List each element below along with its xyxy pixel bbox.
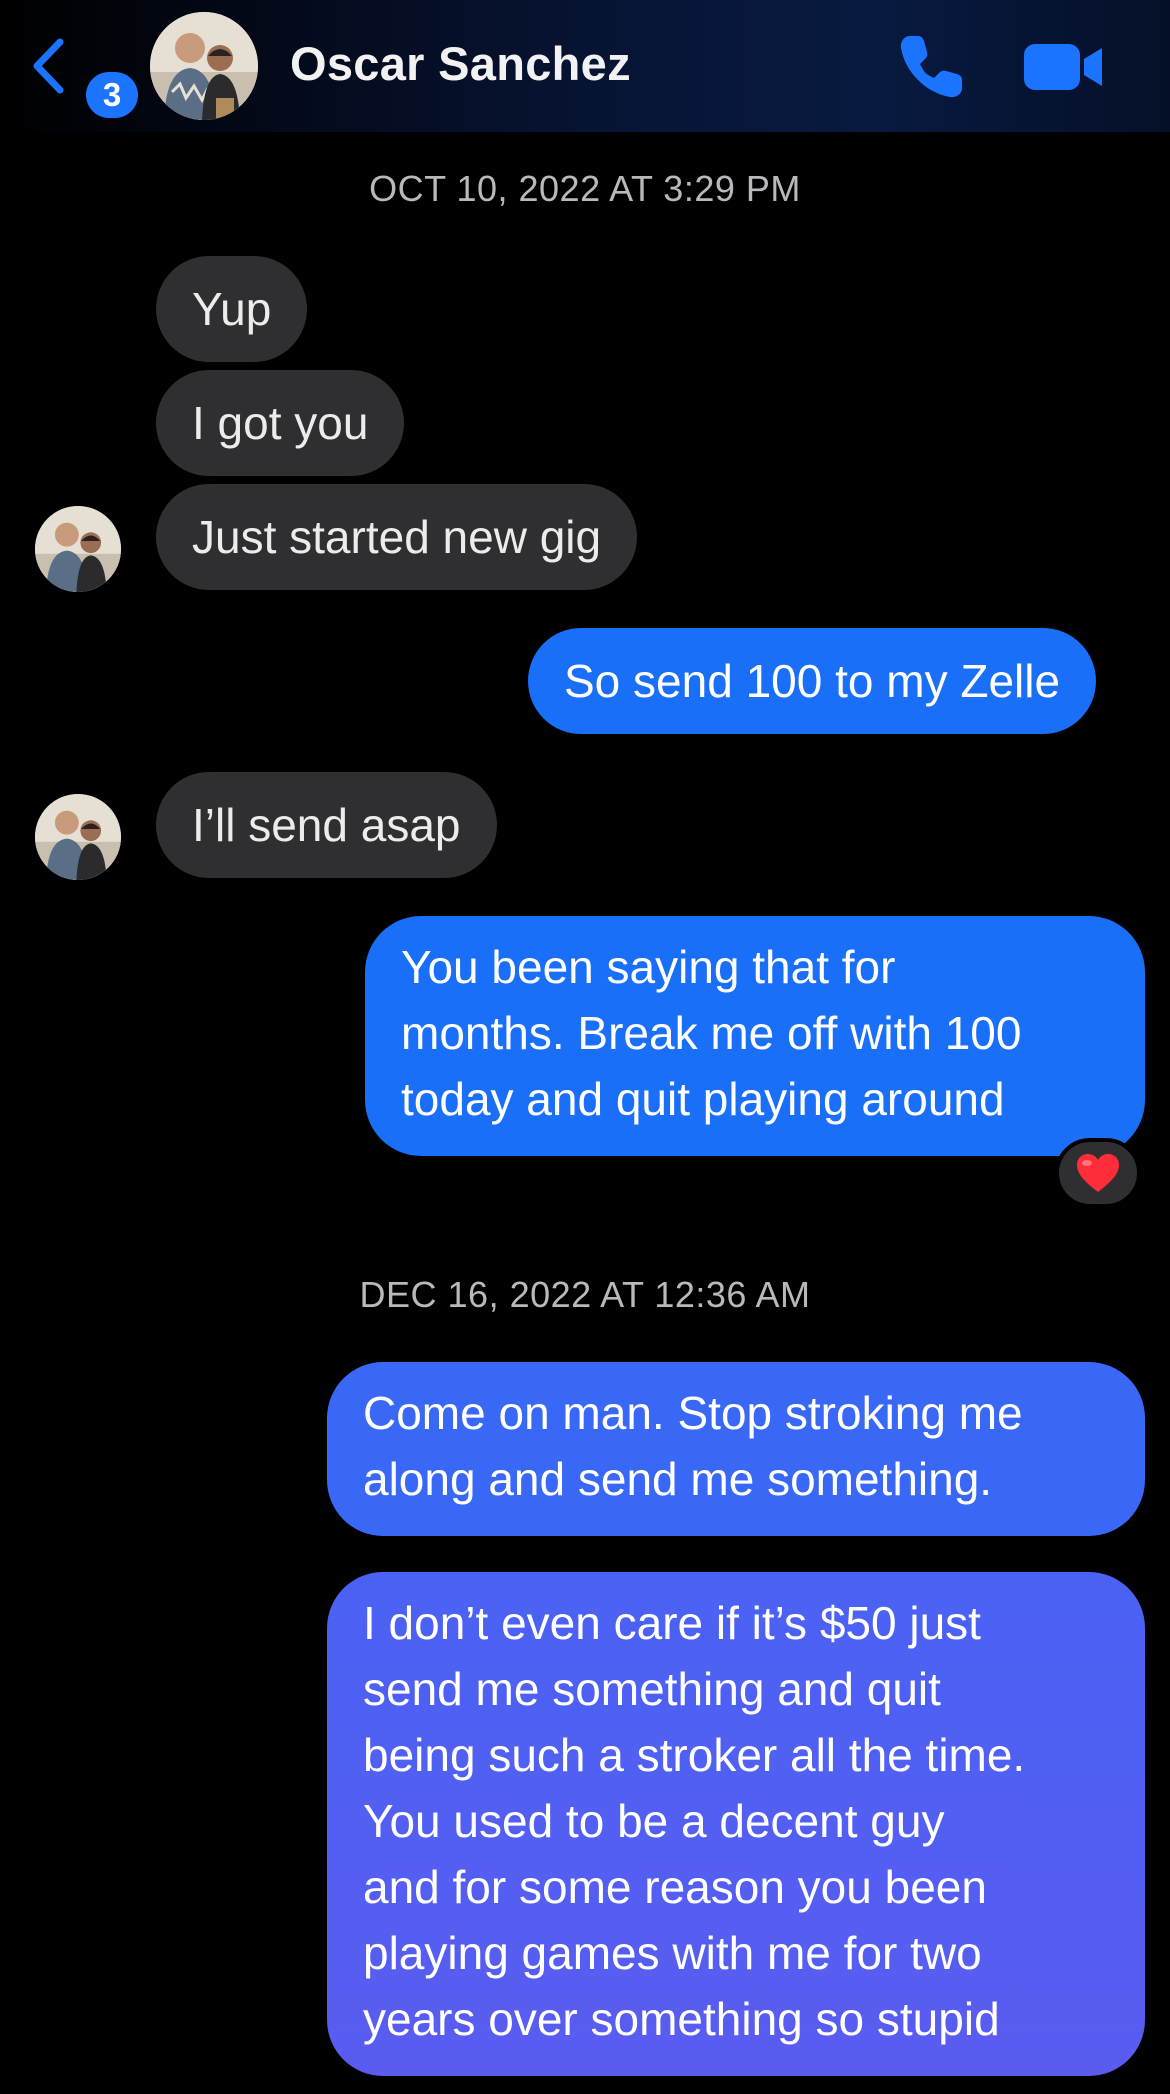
phone-icon[interactable] bbox=[896, 32, 968, 102]
message-line: You been saying that for bbox=[401, 941, 896, 993]
message-line: being such a stroker all the time. bbox=[363, 1729, 1026, 1781]
sender-avatar[interactable] bbox=[35, 794, 121, 880]
message-line: months. Break me off with 100 bbox=[401, 1007, 1022, 1059]
heart-icon bbox=[1077, 1154, 1119, 1192]
message-line: send me something and quit bbox=[363, 1663, 941, 1715]
incoming-message-bubble[interactable]: I’ll send asap bbox=[156, 772, 497, 878]
outgoing-message-bubble[interactable]: I don’t even care if it’s $50 just send … bbox=[327, 1572, 1145, 2076]
chat-header: 3 Oscar Sanchez bbox=[0, 0, 1170, 132]
contact-avatar[interactable] bbox=[150, 12, 258, 120]
heart-reaction[interactable] bbox=[1055, 1138, 1141, 1208]
message-line: You used to be a decent guy bbox=[363, 1795, 945, 1847]
outgoing-message-bubble[interactable]: You been saying that for months. Break m… bbox=[365, 916, 1145, 1156]
message-line: Come on man. Stop stroking me bbox=[363, 1387, 1023, 1439]
contact-name[interactable]: Oscar Sanchez bbox=[290, 36, 631, 91]
message-line: years over something so stupid bbox=[363, 1993, 1000, 2045]
incoming-message-bubble[interactable]: Yup bbox=[156, 256, 308, 362]
back-button[interactable]: 3 bbox=[20, 30, 138, 118]
outgoing-message-bubble[interactable]: Come on man. Stop stroking me along and … bbox=[327, 1362, 1145, 1536]
chat-screen: 3 Oscar Sanchez OCT 10, 2022 AT 3:29 PM … bbox=[0, 0, 1170, 2094]
unread-count-badge: 3 bbox=[86, 72, 138, 118]
timestamp: OCT 10, 2022 AT 3:29 PM bbox=[369, 168, 801, 209]
chevron-left-icon bbox=[33, 38, 64, 94]
message-line: I don’t even care if it’s $50 just bbox=[363, 1597, 981, 1649]
incoming-message-bubble[interactable]: I got you bbox=[156, 370, 405, 476]
video-camera-icon[interactable] bbox=[1024, 40, 1106, 94]
message-line: playing games with me for two bbox=[363, 1927, 982, 1979]
timestamp: DEC 16, 2022 AT 12:36 AM bbox=[359, 1274, 811, 1315]
message-line: along and send me something. bbox=[363, 1453, 993, 1505]
incoming-message-bubble[interactable]: Just started new gig bbox=[156, 484, 638, 590]
outgoing-message-bubble[interactable]: So send 100 to my Zelle bbox=[528, 628, 1097, 734]
message-line: and for some reason you been bbox=[363, 1861, 987, 1913]
sender-avatar[interactable] bbox=[35, 506, 121, 592]
message-line: today and quit playing around bbox=[401, 1073, 1005, 1125]
